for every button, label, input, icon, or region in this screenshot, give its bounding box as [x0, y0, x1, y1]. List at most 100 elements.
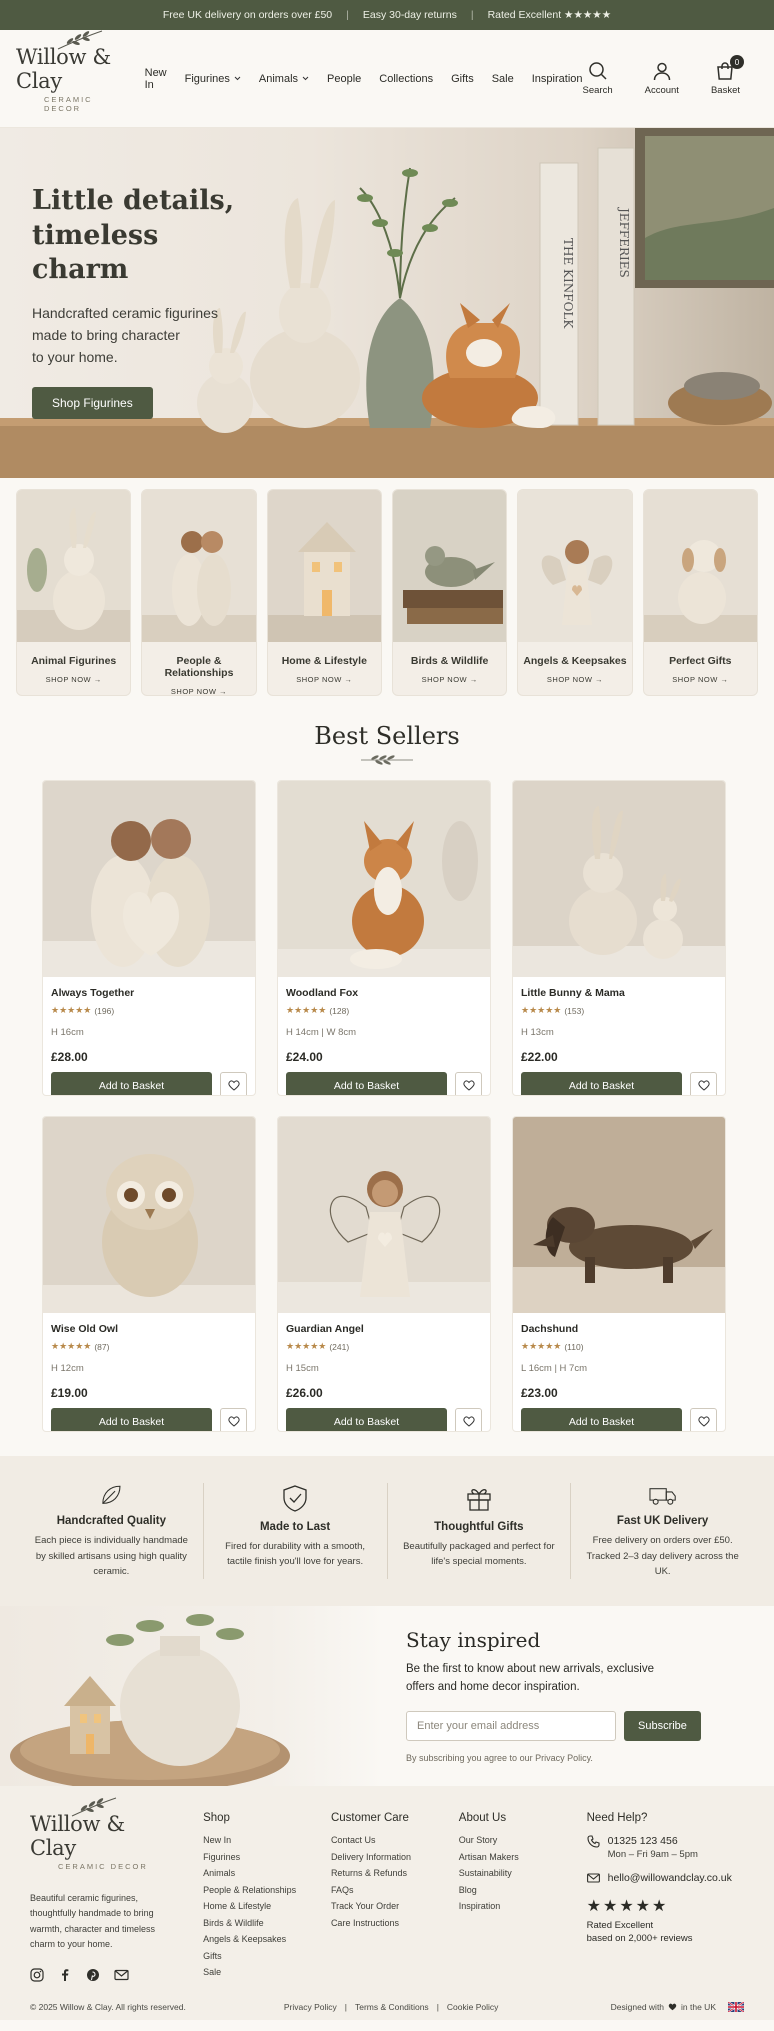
- footer-link[interactable]: Contact Us: [331, 1835, 459, 1845]
- footer-logo[interactable]: Willow & Clay CERAMIC DECOR: [30, 1797, 160, 1871]
- footer-link[interactable]: Gifts: [203, 1951, 331, 1961]
- review-count: (241): [329, 1341, 350, 1352]
- rating-stars: ★★★★★: [286, 1341, 327, 1351]
- wishlist-button[interactable]: [455, 1408, 482, 1431]
- instagram-icon[interactable]: [30, 1968, 44, 1982]
- nav-item-sale[interactable]: Sale: [492, 67, 514, 91]
- add-to-basket-button[interactable]: Add to Basket: [286, 1408, 447, 1431]
- wishlist-button[interactable]: [220, 1408, 247, 1431]
- footer-link[interactable]: Returns & Refunds: [331, 1868, 459, 1878]
- product-rating: ★★★★★ (153): [521, 1005, 717, 1016]
- logo-tagline: CERAMIC DECOR: [44, 94, 93, 113]
- basket-count-badge: 0: [730, 55, 744, 69]
- site-logo[interactable]: Willow & Clay CERAMIC DECOR: [16, 30, 119, 113]
- nav-item-collections[interactable]: Collections: [379, 67, 433, 91]
- footer-link[interactable]: Delivery Information: [331, 1852, 459, 1862]
- privacy-policy-link[interactable]: Privacy Policy: [284, 2002, 337, 2012]
- category-card-home-lifestyle[interactable]: Home & Lifestyle SHOP NOW →: [266, 489, 382, 696]
- wishlist-button[interactable]: [220, 1072, 247, 1095]
- footer-link[interactable]: Figurines: [203, 1852, 331, 1862]
- footer-link[interactable]: New In: [203, 1835, 331, 1845]
- footer-rating-stars: ★★★★★: [586, 1898, 669, 1915]
- footer-link[interactable]: Our Story: [459, 1835, 587, 1845]
- shop-now-link[interactable]: SHOP NOW →: [17, 675, 130, 684]
- category-card-birds-wildlife[interactable]: Birds & Wildlife SHOP NOW →: [391, 489, 508, 696]
- add-to-basket-button[interactable]: Add to Basket: [286, 1072, 447, 1095]
- hero-subtitle: Handcrafted ceramic figurines made to br…: [32, 302, 262, 369]
- hero-banner: THE KINFOLK JEFFERIES Little details, ti…: [0, 128, 774, 478]
- nav-item-new-in[interactable]: New In: [145, 67, 167, 91]
- nav-item-people[interactable]: People: [327, 67, 361, 91]
- category-label: Home & Lifestyle: [281, 655, 367, 667]
- footer-link[interactable]: Sale: [203, 1967, 331, 1977]
- basket-button[interactable]: 0 Basket: [711, 55, 744, 96]
- add-to-basket-button[interactable]: Add to Basket: [51, 1072, 212, 1095]
- subscribe-button[interactable]: Subscribe: [624, 1710, 701, 1741]
- category-card-people-relationships[interactable]: People & Relationships SHOP NOW →: [141, 489, 257, 696]
- terms-link[interactable]: Terms & Conditions: [355, 2002, 429, 2012]
- mail-icon[interactable]: [114, 1968, 129, 1982]
- chevron-down-icon: [302, 76, 309, 81]
- shop-now-link[interactable]: SHOP NOW →: [644, 675, 757, 684]
- product-name: Always Together: [51, 987, 135, 999]
- footer-phone[interactable]: 01325 123 456 Mon – Fri 9am – 5pm: [587, 1835, 744, 1860]
- footer-link[interactable]: Birds & Wildlife: [203, 1918, 331, 1928]
- footer-link[interactable]: Inspiration: [459, 1901, 587, 1911]
- wishlist-button[interactable]: [455, 1072, 482, 1095]
- shop-now-link[interactable]: SHOP NOW →: [142, 687, 255, 695]
- footer-link[interactable]: Track Your Order: [331, 1901, 459, 1911]
- wishlist-button[interactable]: [690, 1072, 717, 1095]
- footer-link[interactable]: Home & Lifestyle: [203, 1901, 331, 1911]
- logo-tagline: CERAMIC DECOR: [58, 1862, 148, 1871]
- shop-now-link[interactable]: SHOP NOW →: [268, 675, 381, 684]
- hero-subtitle-line: made to bring character: [32, 327, 180, 344]
- category-card-perfect-gifts[interactable]: Perfect Gifts SHOP NOW →: [642, 489, 758, 696]
- feature-text: Each piece is individually handmade by s…: [34, 1535, 188, 1577]
- footer-link[interactable]: Care Instructions: [331, 1918, 459, 1928]
- rating-stars: ★★★★★: [521, 1341, 562, 1351]
- hero-title-line: timeless charm: [32, 219, 159, 286]
- nav-item-animals[interactable]: Animals: [259, 67, 309, 91]
- footer-link[interactable]: Artisan Makers: [459, 1852, 587, 1862]
- add-to-basket-button[interactable]: Add to Basket: [51, 1408, 212, 1431]
- review-count: (196): [94, 1005, 115, 1016]
- nav-label: Animals: [258, 72, 299, 85]
- footer-link[interactable]: Animals: [203, 1868, 331, 1878]
- nav-item-figurines[interactable]: Figurines: [185, 67, 241, 91]
- newsletter-image: [0, 1606, 384, 1786]
- product-card[interactable]: Little Bunny & Mama ★★★★★ (153) H 13cm £2…: [512, 780, 726, 1096]
- footer-link[interactable]: Sustainability: [459, 1868, 587, 1878]
- pinterest-icon[interactable]: [86, 1968, 100, 1982]
- nav-item-inspiration[interactable]: Inspiration: [532, 67, 583, 91]
- site-header: Willow & Clay CERAMIC DECOR New In Figur…: [0, 30, 774, 128]
- add-to-basket-button[interactable]: Add to Basket: [521, 1072, 682, 1095]
- shop-figurines-button[interactable]: Shop Figurines: [32, 386, 153, 419]
- footer-link[interactable]: Blog: [459, 1885, 587, 1895]
- product-card[interactable]: Wise Old Owl ★★★★★ (87) H 12cm £19.00 Add…: [42, 1116, 256, 1432]
- account-button[interactable]: Account: [645, 61, 679, 96]
- footer-email[interactable]: hello@willowandclay.co.uk: [586, 1872, 744, 1884]
- email-field[interactable]: [406, 1710, 616, 1741]
- product-card[interactable]: Always Together ★★★★★ (196) H 16cm £28.00…: [42, 780, 256, 1096]
- product-card[interactable]: Dachshund ★★★★★ (110) L 16cm | H 7cm £23.…: [512, 1116, 726, 1432]
- heart-icon: [462, 1416, 475, 1427]
- add-to-basket-button[interactable]: Add to Basket: [521, 1408, 682, 1431]
- footer-link[interactable]: FAQs: [331, 1885, 459, 1895]
- gift-icon: [467, 1489, 491, 1511]
- email-address: hello@willowandclay.co.uk: [607, 1872, 732, 1884]
- cookie-policy-link[interactable]: Cookie Policy: [447, 2002, 499, 2012]
- account-label: Account: [644, 85, 679, 96]
- category-card-animal-figurines[interactable]: Animal Figurines SHOP NOW →: [16, 489, 132, 696]
- wishlist-button[interactable]: [690, 1408, 717, 1431]
- product-card[interactable]: Woodland Fox ★★★★★ (128) H 14cm | W 8cm £…: [277, 780, 491, 1096]
- product-card[interactable]: Guardian Angel ★★★★★ (241) H 15cm £26.00 …: [277, 1116, 491, 1432]
- review-count: (153): [564, 1005, 585, 1016]
- search-button[interactable]: Search: [583, 61, 613, 96]
- category-card-angels-keepsakes[interactable]: Angels & Keepsakes SHOP NOW →: [517, 489, 633, 696]
- nav-item-gifts[interactable]: Gifts: [451, 67, 474, 91]
- facebook-icon[interactable]: [58, 1968, 72, 1982]
- footer-link[interactable]: People & Relationships: [203, 1885, 331, 1895]
- shop-now-link[interactable]: SHOP NOW →: [393, 675, 506, 684]
- footer-link[interactable]: Angels & Keepsakes: [203, 1934, 331, 1944]
- shop-now-link[interactable]: SHOP NOW →: [518, 675, 631, 684]
